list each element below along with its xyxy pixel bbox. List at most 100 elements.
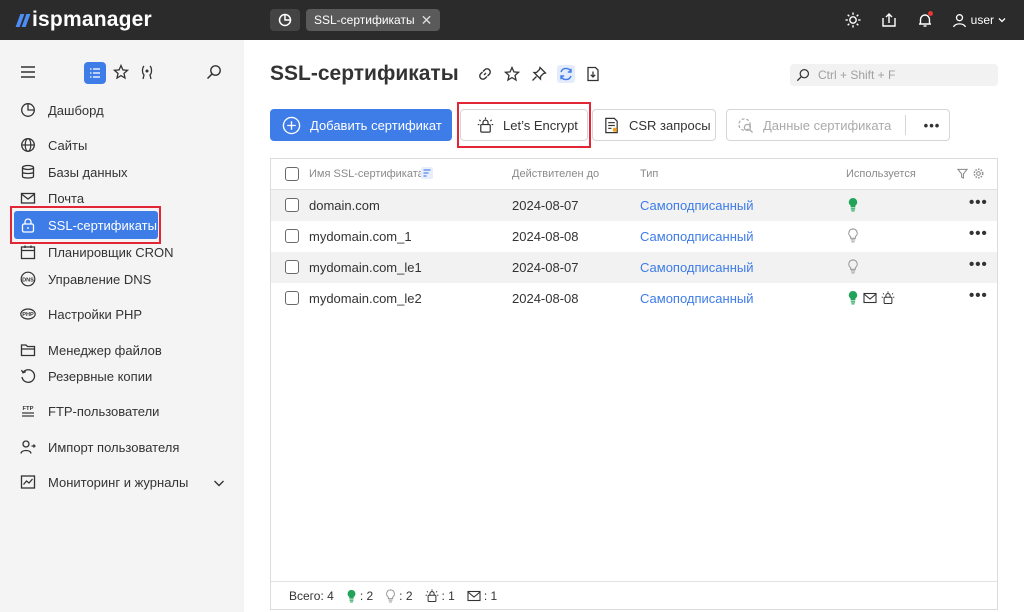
cert-usage xyxy=(847,290,895,305)
unused-count: : 2 xyxy=(385,589,413,603)
sort-icon[interactable] xyxy=(421,167,433,182)
add-certificate-label: Добавить сертификат xyxy=(310,117,442,133)
upload-icon[interactable] xyxy=(880,11,898,29)
button-divider xyxy=(905,115,906,135)
csr-requests-button[interactable]: CSR запросы xyxy=(592,109,716,141)
letsencrypt-button[interactable]: Let’s Encrypt xyxy=(460,109,588,141)
letsencrypt-label: Let’s Encrypt xyxy=(503,117,578,133)
backup-icon xyxy=(20,368,36,384)
dns-icon: DNS xyxy=(20,271,36,287)
cert-name: mydomain.com_le1 xyxy=(309,260,422,275)
user-icon xyxy=(952,13,966,27)
sidebar-item-sites[interactable]: Сайты xyxy=(20,134,87,156)
sidebar-item-php[interactable]: PHP Настройки PHP xyxy=(20,303,142,325)
plus-circle-icon xyxy=(282,116,301,134)
chevron-down-icon xyxy=(998,18,1006,23)
filter-icon[interactable] xyxy=(956,168,969,182)
pin-icon[interactable] xyxy=(139,64,155,83)
lock-icon xyxy=(20,217,36,233)
theme-sun-icon[interactable] xyxy=(844,11,862,29)
sidebar-item-label: Планировщик CRON xyxy=(48,244,174,260)
import-user-icon xyxy=(20,439,36,455)
sidebar-item-label: Базы данных xyxy=(48,164,128,180)
tab-ssl-certificates[interactable]: SSL-сертификаты ✕ xyxy=(306,9,441,31)
letsencrypt-icon xyxy=(881,290,895,304)
sidebar-item-backups[interactable]: Резервные копии xyxy=(20,365,152,387)
cert-type-link[interactable]: Самоподписанный xyxy=(640,291,754,306)
search-input[interactable] xyxy=(818,68,988,82)
pin-icon[interactable] xyxy=(530,65,548,83)
letsencrypt-count-value: : 1 xyxy=(441,589,455,603)
column-header-valid-until[interactable]: Действителен до xyxy=(512,168,599,180)
table-row[interactable]: mydomain.com_le2 2024-08-08 Самоподписан… xyxy=(271,283,997,314)
bulb-on-icon xyxy=(848,197,858,212)
more-actions-button[interactable]: ••• xyxy=(919,110,945,140)
star-icon[interactable] xyxy=(503,65,521,83)
sidebar-item-label: Управление DNS xyxy=(48,271,152,287)
certificate-search-icon xyxy=(738,117,754,133)
cert-usage xyxy=(847,259,859,274)
list-view-icon[interactable] xyxy=(84,62,106,84)
sidebar-item-databases[interactable]: Базы данных xyxy=(20,161,128,183)
sidebar-item-label: Настройки PHP xyxy=(48,306,143,322)
sidebar-item-dashboard[interactable]: Дашборд xyxy=(20,99,104,121)
column-header-used[interactable]: Используется xyxy=(846,168,916,180)
folder-icon xyxy=(20,342,36,358)
search-icon[interactable] xyxy=(206,64,222,83)
sidebar-item-mail[interactable]: Почта xyxy=(20,187,84,209)
row-checkbox[interactable] xyxy=(285,260,299,274)
column-header-name[interactable]: Имя SSL-сертификата xyxy=(309,168,424,180)
php-icon: PHP xyxy=(20,306,36,322)
cert-type-link[interactable]: Самоподписанный xyxy=(640,260,754,275)
row-checkbox[interactable] xyxy=(285,229,299,243)
row-checkbox[interactable] xyxy=(285,291,299,305)
row-more-button[interactable]: ••• xyxy=(969,225,988,242)
gear-icon[interactable] xyxy=(973,168,984,182)
link-icon[interactable] xyxy=(476,65,494,83)
mail-icon xyxy=(863,292,877,303)
cert-name: mydomain.com_1 xyxy=(309,229,412,244)
star-icon[interactable] xyxy=(112,63,130,83)
menu-icon[interactable] xyxy=(20,65,36,82)
chevron-down-icon[interactable] xyxy=(213,476,225,491)
cert-type-link[interactable]: Самоподписанный xyxy=(640,229,754,244)
sidebar-item-import-user[interactable]: Импорт пользователя xyxy=(20,436,179,458)
cert-valid-until: 2024-08-08 xyxy=(512,291,579,306)
row-more-button[interactable]: ••• xyxy=(969,194,988,211)
download-icon[interactable] xyxy=(584,65,602,83)
notification-dot xyxy=(927,11,933,16)
sidebar-item-ssl-certificates[interactable]: SSL-сертификаты xyxy=(14,211,158,239)
sidebar-item-dns[interactable]: DNS Управление DNS xyxy=(20,268,151,290)
refresh-auto-icon[interactable] xyxy=(557,65,575,83)
sidebar-item-file-manager[interactable]: Менеджер файлов xyxy=(20,339,162,361)
row-more-button[interactable]: ••• xyxy=(969,287,988,304)
table-row[interactable]: domain.com 2024-08-07 Самоподписанный ••… xyxy=(271,190,997,221)
sidebar-item-label: FTP-пользователи xyxy=(48,403,160,419)
sidebar-item-label: Сайты xyxy=(48,137,88,153)
letsencrypt-icon xyxy=(477,116,494,133)
table-row[interactable]: mydomain.com_1 2024-08-08 Самоподписанны… xyxy=(271,221,997,252)
row-more-button[interactable]: ••• xyxy=(969,256,988,273)
sidebar-item-monitoring[interactable]: Мониторинг и журналы xyxy=(20,471,188,493)
column-header-type[interactable]: Тип xyxy=(640,168,658,180)
add-certificate-button[interactable]: Добавить сертификат xyxy=(270,109,452,141)
global-search[interactable] xyxy=(790,64,998,86)
sidebar-item-cron[interactable]: Планировщик CRON xyxy=(20,241,174,263)
letsencrypt-count: : 1 xyxy=(425,589,455,603)
app-logo[interactable]: ispmanager xyxy=(15,8,152,32)
top-bar: ispmanager SSL-сертификаты ✕ user xyxy=(0,0,1024,40)
dashboard-history-button[interactable] xyxy=(270,9,300,31)
row-checkbox[interactable] xyxy=(285,198,299,212)
certificate-data-button[interactable]: Данные сертификата ••• xyxy=(726,109,950,141)
mail-count: : 1 xyxy=(467,589,497,603)
user-menu[interactable]: user xyxy=(952,13,1006,28)
sidebar: Дашборд Сайты Базы данных Почта SSL-серт… xyxy=(0,40,244,612)
notification-bell-icon[interactable] xyxy=(916,11,934,29)
sidebar-item-ftp-users[interactable]: FTP FTP-пользователи xyxy=(20,400,159,422)
select-all-checkbox[interactable] xyxy=(285,167,299,181)
cert-type-link[interactable]: Самоподписанный xyxy=(640,198,754,213)
cert-valid-until: 2024-08-07 xyxy=(512,198,579,213)
close-tab-icon[interactable]: ✕ xyxy=(421,13,433,27)
svg-text:PHP: PHP xyxy=(22,312,34,318)
table-row[interactable]: mydomain.com_le1 2024-08-07 Самоподписан… xyxy=(271,252,997,283)
